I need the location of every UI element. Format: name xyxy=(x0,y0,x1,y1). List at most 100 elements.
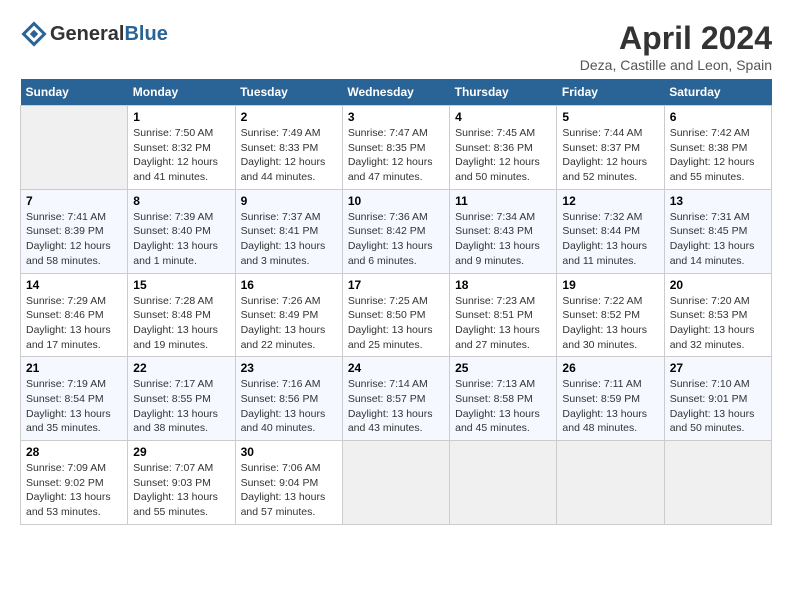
day-number: 1 xyxy=(133,110,229,124)
calendar-cell: 30Sunrise: 7:06 AMSunset: 9:04 PMDayligh… xyxy=(235,441,342,525)
calendar-cell: 11Sunrise: 7:34 AMSunset: 8:43 PMDayligh… xyxy=(450,189,557,273)
column-header-saturday: Saturday xyxy=(664,79,771,106)
day-info: Sunrise: 7:09 AMSunset: 9:02 PMDaylight:… xyxy=(26,461,122,520)
calendar-cell: 25 Sunrise: 7:13 AMSunset: 8:58 PMDayligh… xyxy=(450,357,557,441)
calendar-cell: 28 Sunrise: 7:09 AMSunset: 9:02 PMDayligh… xyxy=(21,441,128,525)
day-info: Sunrise: 7:07 AMSunset: 9:03 PMDaylight:… xyxy=(133,461,229,520)
day-number: 17 xyxy=(348,278,444,292)
calendar-week-1: 1 Sunrise: 7:50 AMSunset: 8:32 PMDaylight… xyxy=(21,106,772,190)
day-number: 20 xyxy=(670,278,766,292)
calendar-cell: 7 Sunrise: 7:41 AMSunset: 8:39 PMDaylight… xyxy=(21,189,128,273)
calendar-week-3: 14 Sunrise: 7:29 AMSunset: 8:46 PMDayligh… xyxy=(21,273,772,357)
day-info: Sunrise: 7:45 AMSunset: 8:36 PMDaylight:… xyxy=(455,126,551,185)
day-info: Sunrise: 7:06 AMSunset: 9:04 PMDaylight:… xyxy=(241,461,337,520)
day-number: 25 xyxy=(455,361,551,375)
day-number: 5 xyxy=(562,110,658,124)
day-info: Sunrise: 7:41 AMSunset: 8:39 PMDaylight:… xyxy=(26,210,122,269)
day-info: Sunrise: 7:31 AMSunset: 8:45 PMDaylight:… xyxy=(670,210,766,269)
calendar-cell xyxy=(664,441,771,525)
day-info: Sunrise: 7:20 AMSunset: 8:53 PMDaylight:… xyxy=(670,294,766,353)
calendar-cell: 8 Sunrise: 7:39 AMSunset: 8:40 PMDaylight… xyxy=(128,189,235,273)
day-info: Sunrise: 7:37 AMSunset: 8:41 PMDaylight:… xyxy=(241,210,337,269)
day-info: Sunrise: 7:14 AMSunset: 8:57 PMDaylight:… xyxy=(348,377,444,436)
calendar-cell: 23 Sunrise: 7:16 AMSunset: 8:56 PMDayligh… xyxy=(235,357,342,441)
column-header-tuesday: Tuesday xyxy=(235,79,342,106)
calendar-cell: 4 Sunrise: 7:45 AMSunset: 8:36 PMDaylight… xyxy=(450,106,557,190)
day-info: Sunrise: 7:10 AMSunset: 9:01 PMDaylight:… xyxy=(670,377,766,436)
calendar-cell: 12 Sunrise: 7:32 AMSunset: 8:44 PMDayligh… xyxy=(557,189,664,273)
day-number: 16 xyxy=(241,278,337,292)
logo-text: GeneralBlue xyxy=(50,23,168,46)
calendar-cell: 6Sunrise: 7:42 AMSunset: 8:38 PMDaylight… xyxy=(664,106,771,190)
calendar-cell: 20 Sunrise: 7:20 AMSunset: 8:53 PMDayligh… xyxy=(664,273,771,357)
day-info: Sunrise: 7:22 AMSunset: 8:52 PMDaylight:… xyxy=(562,294,658,353)
day-info: Sunrise: 7:26 AMSunset: 8:49 PMDaylight:… xyxy=(241,294,337,353)
day-info: Sunrise: 7:23 AMSunset: 8:51 PMDaylight:… xyxy=(455,294,551,353)
calendar-cell: 3 Sunrise: 7:47 AMSunset: 8:35 PMDaylight… xyxy=(342,106,449,190)
day-info: Sunrise: 7:44 AMSunset: 8:37 PMDaylight:… xyxy=(562,126,658,185)
logo-blue: Blue xyxy=(124,23,167,45)
day-info: Sunrise: 7:11 AMSunset: 8:59 PMDaylight:… xyxy=(562,377,658,436)
day-info: Sunrise: 7:47 AMSunset: 8:35 PMDaylight:… xyxy=(348,126,444,185)
column-header-thursday: Thursday xyxy=(450,79,557,106)
day-info: Sunrise: 7:29 AMSunset: 8:46 PMDaylight:… xyxy=(26,294,122,353)
day-number: 14 xyxy=(26,278,122,292)
day-number: 8 xyxy=(133,194,229,208)
title-block: April 2024 Deza, Castille and Leon, Spai… xyxy=(580,20,772,73)
day-number: 24 xyxy=(348,361,444,375)
calendar-cell: 14 Sunrise: 7:29 AMSunset: 8:46 PMDayligh… xyxy=(21,273,128,357)
day-number: 10 xyxy=(348,194,444,208)
generalblue-logo-icon xyxy=(20,20,48,48)
location-title: Deza, Castille and Leon, Spain xyxy=(580,57,772,73)
day-number: 4 xyxy=(455,110,551,124)
logo: GeneralBlue xyxy=(20,20,168,48)
column-header-sunday: Sunday xyxy=(21,79,128,106)
day-number: 3 xyxy=(348,110,444,124)
day-number: 19 xyxy=(562,278,658,292)
calendar-week-5: 28 Sunrise: 7:09 AMSunset: 9:02 PMDayligh… xyxy=(21,441,772,525)
day-number: 9 xyxy=(241,194,337,208)
day-info: Sunrise: 7:36 AMSunset: 8:42 PMDaylight:… xyxy=(348,210,444,269)
calendar-cell: 22Sunrise: 7:17 AMSunset: 8:55 PMDayligh… xyxy=(128,357,235,441)
column-header-monday: Monday xyxy=(128,79,235,106)
day-info: Sunrise: 7:32 AMSunset: 8:44 PMDaylight:… xyxy=(562,210,658,269)
month-title: April 2024 xyxy=(580,20,772,57)
calendar-cell: 17 Sunrise: 7:25 AMSunset: 8:50 PMDayligh… xyxy=(342,273,449,357)
day-info: Sunrise: 7:39 AMSunset: 8:40 PMDaylight:… xyxy=(133,210,229,269)
calendar-cell: 16 Sunrise: 7:26 AMSunset: 8:49 PMDayligh… xyxy=(235,273,342,357)
day-info: Sunrise: 7:25 AMSunset: 8:50 PMDaylight:… xyxy=(348,294,444,353)
day-info: Sunrise: 7:17 AMSunset: 8:55 PMDaylight:… xyxy=(133,377,229,436)
day-number: 23 xyxy=(241,361,337,375)
day-number: 13 xyxy=(670,194,766,208)
day-number: 27 xyxy=(670,361,766,375)
page-header: GeneralBlue April 2024 Deza, Castille an… xyxy=(20,20,772,73)
calendar-cell: 26Sunrise: 7:11 AMSunset: 8:59 PMDayligh… xyxy=(557,357,664,441)
day-number: 21 xyxy=(26,361,122,375)
day-number: 12 xyxy=(562,194,658,208)
calendar-cell: 13 Sunrise: 7:31 AMSunset: 8:45 PMDayligh… xyxy=(664,189,771,273)
day-number: 2 xyxy=(241,110,337,124)
day-number: 15 xyxy=(133,278,229,292)
day-info: Sunrise: 7:49 AMSunset: 8:33 PMDaylight:… xyxy=(241,126,337,185)
day-info: Sunrise: 7:42 AMSunset: 8:38 PMDaylight:… xyxy=(670,126,766,185)
calendar-cell xyxy=(557,441,664,525)
day-info: Sunrise: 7:13 AMSunset: 8:58 PMDaylight:… xyxy=(455,377,551,436)
day-number: 18 xyxy=(455,278,551,292)
calendar-cell: 9 Sunrise: 7:37 AMSunset: 8:41 PMDaylight… xyxy=(235,189,342,273)
column-header-friday: Friday xyxy=(557,79,664,106)
calendar-cell: 10 Sunrise: 7:36 AMSunset: 8:42 PMDayligh… xyxy=(342,189,449,273)
calendar-cell: 18 Sunrise: 7:23 AMSunset: 8:51 PMDayligh… xyxy=(450,273,557,357)
day-info: Sunrise: 7:16 AMSunset: 8:56 PMDaylight:… xyxy=(241,377,337,436)
day-number: 28 xyxy=(26,445,122,459)
calendar-cell xyxy=(342,441,449,525)
calendar-cell: 15Sunrise: 7:28 AMSunset: 8:48 PMDayligh… xyxy=(128,273,235,357)
calendar-cell: 24 Sunrise: 7:14 AMSunset: 8:57 PMDayligh… xyxy=(342,357,449,441)
calendar-week-2: 7 Sunrise: 7:41 AMSunset: 8:39 PMDaylight… xyxy=(21,189,772,273)
day-info: Sunrise: 7:50 AMSunset: 8:32 PMDaylight:… xyxy=(133,126,229,185)
calendar-cell: 27 Sunrise: 7:10 AMSunset: 9:01 PMDayligh… xyxy=(664,357,771,441)
calendar-cell: 2 Sunrise: 7:49 AMSunset: 8:33 PMDaylight… xyxy=(235,106,342,190)
calendar-cell: 21 Sunrise: 7:19 AMSunset: 8:54 PMDayligh… xyxy=(21,357,128,441)
day-info: Sunrise: 7:19 AMSunset: 8:54 PMDaylight:… xyxy=(26,377,122,436)
day-number: 7 xyxy=(26,194,122,208)
day-number: 11 xyxy=(455,194,551,208)
